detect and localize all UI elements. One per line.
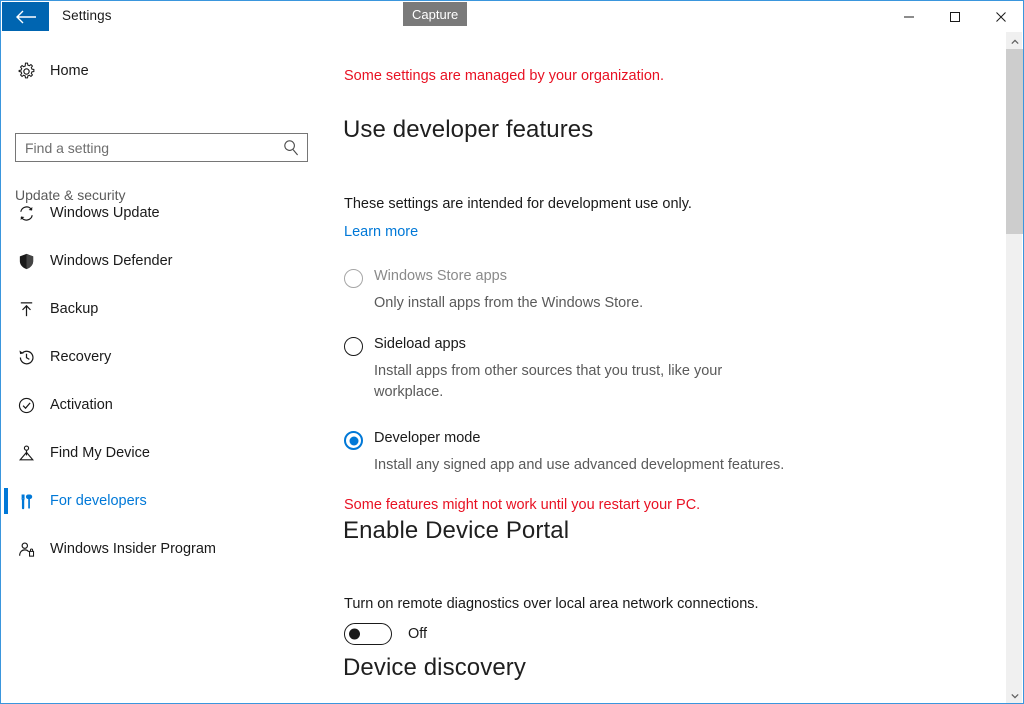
- sidebar-item-backup[interactable]: Backup: [2, 292, 322, 326]
- radio-label: Developer mode: [374, 430, 481, 446]
- chevron-up-icon: [1010, 32, 1019, 50]
- sidebar-item-label: Windows Defender: [50, 253, 173, 269]
- locate-person-icon: [2, 444, 50, 463]
- scrollbar-up-button[interactable]: [1006, 32, 1023, 49]
- sidebar-item-find-my-device[interactable]: Find My Device: [2, 436, 322, 470]
- search-input[interactable]: [25, 134, 275, 161]
- window-title: Settings: [62, 8, 112, 23]
- refresh-icon: [2, 204, 50, 223]
- device-discovery-heading: Device discovery: [343, 654, 526, 681]
- device-portal-toggle[interactable]: [344, 623, 392, 645]
- developer-features-intro: These settings are intended for developm…: [344, 196, 692, 212]
- restart-required-note: Some features might not work until you r…: [344, 497, 701, 513]
- scrollbar-thumb[interactable]: [1006, 49, 1023, 234]
- sidebar-item-activation[interactable]: Activation: [2, 388, 322, 422]
- sidebar-item-label: Find My Device: [50, 445, 150, 461]
- scrollbar-down-button[interactable]: [1006, 686, 1023, 703]
- search-icon[interactable]: [283, 139, 299, 161]
- sidebar-item-home-label: Home: [50, 63, 89, 79]
- sidebar-item-windows-update[interactable]: Windows Update: [2, 196, 322, 230]
- radio-circle-icon: [344, 269, 363, 288]
- maximize-button[interactable]: [932, 2, 978, 31]
- device-portal-toggle-row[interactable]: Off: [344, 623, 427, 645]
- sidebar-item-windows-insider-program[interactable]: Windows Insider Program: [2, 532, 322, 566]
- vertical-scrollbar[interactable]: [1005, 32, 1023, 703]
- radio-description: Install apps from other sources that you…: [374, 363, 723, 400]
- sidebar-item-label: Windows Insider Program: [50, 541, 216, 557]
- sidebar-item-label: For developers: [50, 493, 147, 509]
- device-portal-toggle-state: Off: [408, 626, 428, 642]
- chevron-down-icon: [1010, 686, 1019, 704]
- sidebar-item-label: Backup: [50, 301, 99, 317]
- enable-device-portal-heading: Enable Device Portal: [343, 517, 570, 544]
- use-developer-features-heading: Use developer features: [343, 116, 594, 143]
- radio-circle-icon: [344, 431, 363, 450]
- radio-description: Install any signed app and use advanced …: [374, 457, 785, 473]
- check-circle-icon: [2, 396, 50, 415]
- radio-circle-icon: [344, 337, 363, 356]
- tools-icon: [2, 492, 50, 511]
- device-portal-description: Turn on remote diagnostics over local ar…: [344, 596, 759, 612]
- close-button[interactable]: [978, 2, 1023, 31]
- managed-by-organization-note: Some settings are managed by your organi…: [344, 68, 664, 84]
- sidebar: Home Update & security Wi: [2, 32, 322, 703]
- search-box[interactable]: [15, 133, 308, 162]
- learn-more-link[interactable]: Learn more: [344, 224, 418, 240]
- gear-icon: [2, 62, 50, 81]
- sidebar-item-label: Activation: [50, 397, 113, 413]
- capture-tooltip[interactable]: Capture: [403, 2, 468, 26]
- sidebar-item-windows-defender[interactable]: Windows Defender: [2, 244, 322, 278]
- sidebar-item-label: Recovery: [50, 349, 112, 365]
- person-badge-icon: [2, 540, 50, 559]
- sidebar-item-for-developers[interactable]: For developers: [2, 484, 322, 518]
- radio-label: Sideload apps: [374, 336, 466, 352]
- sidebar-item-home[interactable]: Home: [2, 54, 322, 88]
- settings-window: Settings Capture Home Find a setting Upd…: [0, 0, 1024, 704]
- radio-label: Windows Store apps: [374, 268, 507, 284]
- back-button[interactable]: [2, 2, 49, 31]
- upload-arrow-icon: [2, 300, 50, 319]
- history-clock-icon: [2, 348, 50, 367]
- sidebar-item-recovery[interactable]: Recovery: [2, 340, 322, 374]
- sidebar-item-label: Windows Update: [50, 205, 160, 221]
- shield-icon: [2, 252, 50, 271]
- title-bar: Settings Capture: [1, 1, 1023, 31]
- main-content: Some settings are managed by your organi…: [322, 32, 1002, 703]
- radio-description: Only install apps from the Windows Store…: [374, 295, 644, 311]
- minimize-button[interactable]: [886, 2, 932, 31]
